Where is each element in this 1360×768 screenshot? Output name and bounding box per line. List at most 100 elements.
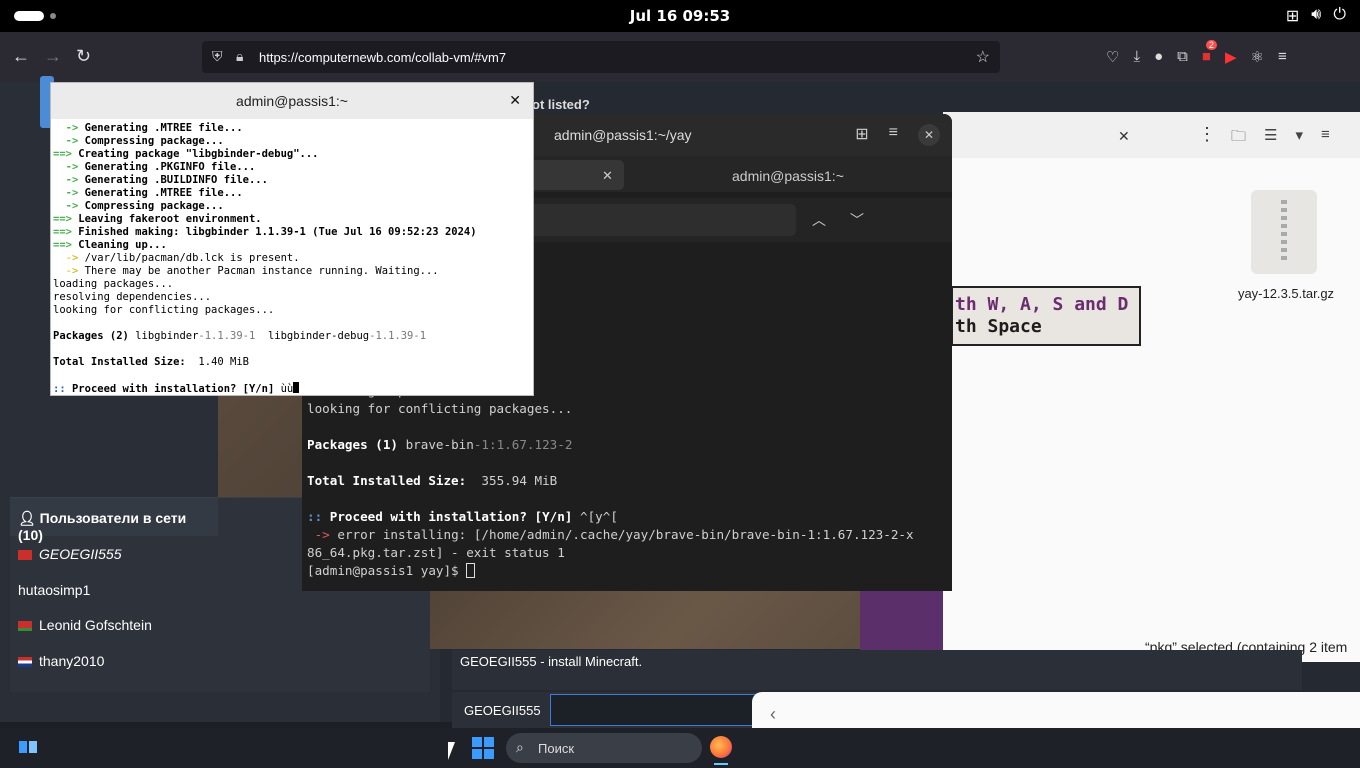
more-options-icon[interactable]: ⋮: [1198, 124, 1216, 145]
output-line: -> Generating .BUILDINFO file...: [53, 174, 531, 187]
prompt-input[interactable]: ùù: [281, 383, 294, 395]
not-listed-text: ot listed?: [532, 97, 590, 112]
package-version: -1:1.67.123-2: [473, 437, 573, 452]
clock[interactable]: Jul 16 09:53: [0, 7, 1360, 25]
menu-icon[interactable]: ≡: [1278, 48, 1287, 66]
terminal-output: resolving dependencies...looking for con…: [307, 382, 952, 580]
pacman-prefix: ->: [53, 252, 79, 264]
pocket-icon[interactable]: ♡: [1106, 48, 1119, 66]
output-line: -> Compressing package...: [53, 135, 531, 148]
network-icon[interactable]: ⊞: [1286, 6, 1299, 26]
url-text[interactable]: https://computernewb.com/collab-vm/#vm7: [259, 50, 506, 65]
url-bar[interactable]: ⛨ 🔒︎ https://computernewb.com/collab-vm/…: [202, 41, 1000, 73]
vm-taskbar: ⌕ Поиск: [0, 728, 1360, 768]
pacman-prefix: ==>: [53, 213, 72, 225]
pacman-prefix: ->: [53, 135, 79, 147]
game-tutorial-banner: th W, A, S and D th Space: [951, 286, 1141, 346]
pacman-prefix: ==>: [53, 148, 72, 160]
terminal-title: admin@passis1:~: [236, 93, 348, 109]
settings-icon[interactable]: ≡: [1321, 126, 1330, 151]
back-icon[interactable]: ←: [12, 46, 30, 67]
output-line: ==> Leaving fakeroot environment.: [53, 213, 531, 226]
close-tab-icon[interactable]: ✕: [602, 168, 613, 184]
chat-message-text: GEOEGII555 - install Minecraft.: [460, 654, 643, 669]
chat-username: GEOEGII555: [464, 703, 541, 718]
output-line: looking for conflicting packages...: [53, 304, 531, 317]
flag-icon: [18, 657, 32, 667]
widgets-icon[interactable]: [18, 738, 38, 756]
output-text: Generating .PKGINFO file...: [78, 161, 256, 173]
output-text: /var/lib/pacman/db.lck is present.: [78, 252, 300, 264]
volume-icon[interactable]: 🔊︎: [1311, 6, 1321, 26]
tutorial-line-1: th W, A, S and D: [955, 294, 1129, 315]
chevron-left-icon[interactable]: ‹: [770, 704, 776, 725]
start-icon[interactable]: [472, 737, 494, 759]
reload-icon[interactable]: ↻: [76, 46, 91, 67]
pacman-prefix: ->: [53, 161, 79, 173]
ublock-icon[interactable]: ■ 2: [1202, 40, 1217, 66]
menu-icon[interactable]: ≡: [889, 124, 898, 146]
terminal-header: admin@passis1:~ ✕: [51, 83, 533, 119]
size-value: 1.40 MiB: [198, 356, 249, 368]
user-row[interactable]: thany2010: [18, 653, 104, 669]
output-line: -> Compressing package...: [53, 200, 531, 213]
pacman-prefix: ->: [53, 200, 79, 212]
close-icon[interactable]: ✕: [1118, 128, 1130, 145]
archive-file-name[interactable]: yay-12.3.5.tar.gz: [1211, 286, 1360, 301]
output-line: loading packages...: [53, 278, 531, 291]
output-text: loading packages...: [53, 278, 174, 290]
youtube-icon[interactable]: ▶: [1225, 48, 1237, 66]
system-tray[interactable]: ⊞ 🔊︎ ⏻: [1286, 6, 1346, 26]
output-line: Packages (1) brave-bin-1:1.67.123-2: [307, 436, 952, 454]
output-text: Cleaning up...: [71, 239, 167, 251]
mouse-pointer: [448, 742, 455, 760]
online-users-title: Пользователи в сети (10): [18, 510, 187, 543]
new-tab-icon[interactable]: ⊞: [855, 124, 868, 146]
size-value: 355.94 MiB: [481, 473, 558, 488]
firefox-icon[interactable]: [710, 736, 732, 758]
react-devtools-icon[interactable]: ⚛: [1250, 48, 1263, 66]
terminal-header-buttons: ⊞ ≡ ✕: [855, 124, 940, 146]
lock-icon[interactable]: 🔒︎: [236, 48, 243, 65]
chevron-up-icon[interactable]: ︿: [812, 210, 826, 230]
file-manager-window: ✕ ⋮ 🗀 ☰ ▾ ≡ yay-12.3.5.tar.gz: [943, 112, 1360, 662]
shell-prompt-line[interactable]: [admin@passis1 yay]$: [307, 562, 952, 580]
folder-search-icon[interactable]: 🗀: [1231, 126, 1246, 151]
taskbar-search[interactable]: ⌕ Поиск: [506, 733, 702, 763]
close-icon[interactable]: ✕: [918, 124, 940, 146]
online-users-header: 👤︎ Пользователи в сети (10): [10, 498, 218, 543]
chat-input[interactable]: [550, 694, 760, 726]
list-view-icon[interactable]: ☰: [1264, 126, 1277, 151]
account-icon[interactable]: ●: [1154, 48, 1163, 66]
bookmark-star-icon[interactable]: ☆: [976, 47, 990, 67]
tab-home[interactable]: admin@passis1:~: [732, 168, 844, 184]
output-text: Leaving fakeroot environment.: [71, 213, 262, 225]
output-text: Finished making: libgbinder 1.1.39-1 (Tu…: [71, 226, 477, 238]
output-line: Total Installed Size: 355.94 MiB: [307, 472, 952, 490]
text-cursor: [293, 382, 300, 393]
chevron-down-icon[interactable]: ▾: [1295, 126, 1303, 151]
pacman-prefix: ==>: [53, 239, 72, 251]
prompt-prefix: ::: [307, 509, 323, 524]
terminal-window-small[interactable]: admin@passis1:~ ✕ -> Generating .MTREE f…: [50, 82, 534, 396]
output-line: ==> Finished making: libgbinder 1.1.39-1…: [53, 226, 531, 239]
archive-file-icon[interactable]: [1251, 190, 1317, 274]
chevron-down-icon[interactable]: ﹀: [850, 210, 864, 230]
user-row[interactable]: hutaosimp1: [18, 582, 90, 598]
forward-icon[interactable]: →: [44, 46, 62, 67]
file-manager-header: ✕ ⋮ 🗀 ☰ ▾ ≡: [943, 112, 1360, 158]
user-row[interactable]: Leonid Gofschtein: [18, 617, 152, 633]
shield-icon[interactable]: ⛨: [212, 48, 223, 65]
close-icon[interactable]: ✕: [509, 92, 521, 109]
download-icon[interactable]: ⤓: [1133, 48, 1140, 66]
user-row[interactable]: GEOEGII555: [18, 546, 121, 562]
extensions-icon[interactable]: ⧉: [1177, 48, 1188, 66]
output-line: looking for conflicting packages...: [307, 401, 573, 416]
prompt-text: Proceed with installation? [Y/n]: [71, 383, 275, 395]
packages-label: Packages (1): [307, 437, 398, 452]
browser-toolbar: ← → ↻ ⛨ 🔒︎ https://computernewb.com/coll…: [0, 32, 1360, 82]
chat-message: GEOEGII555 - install Minecraft.: [452, 650, 1302, 690]
package-name: libgbinder: [135, 330, 199, 342]
power-icon[interactable]: ⏻: [1333, 6, 1346, 26]
